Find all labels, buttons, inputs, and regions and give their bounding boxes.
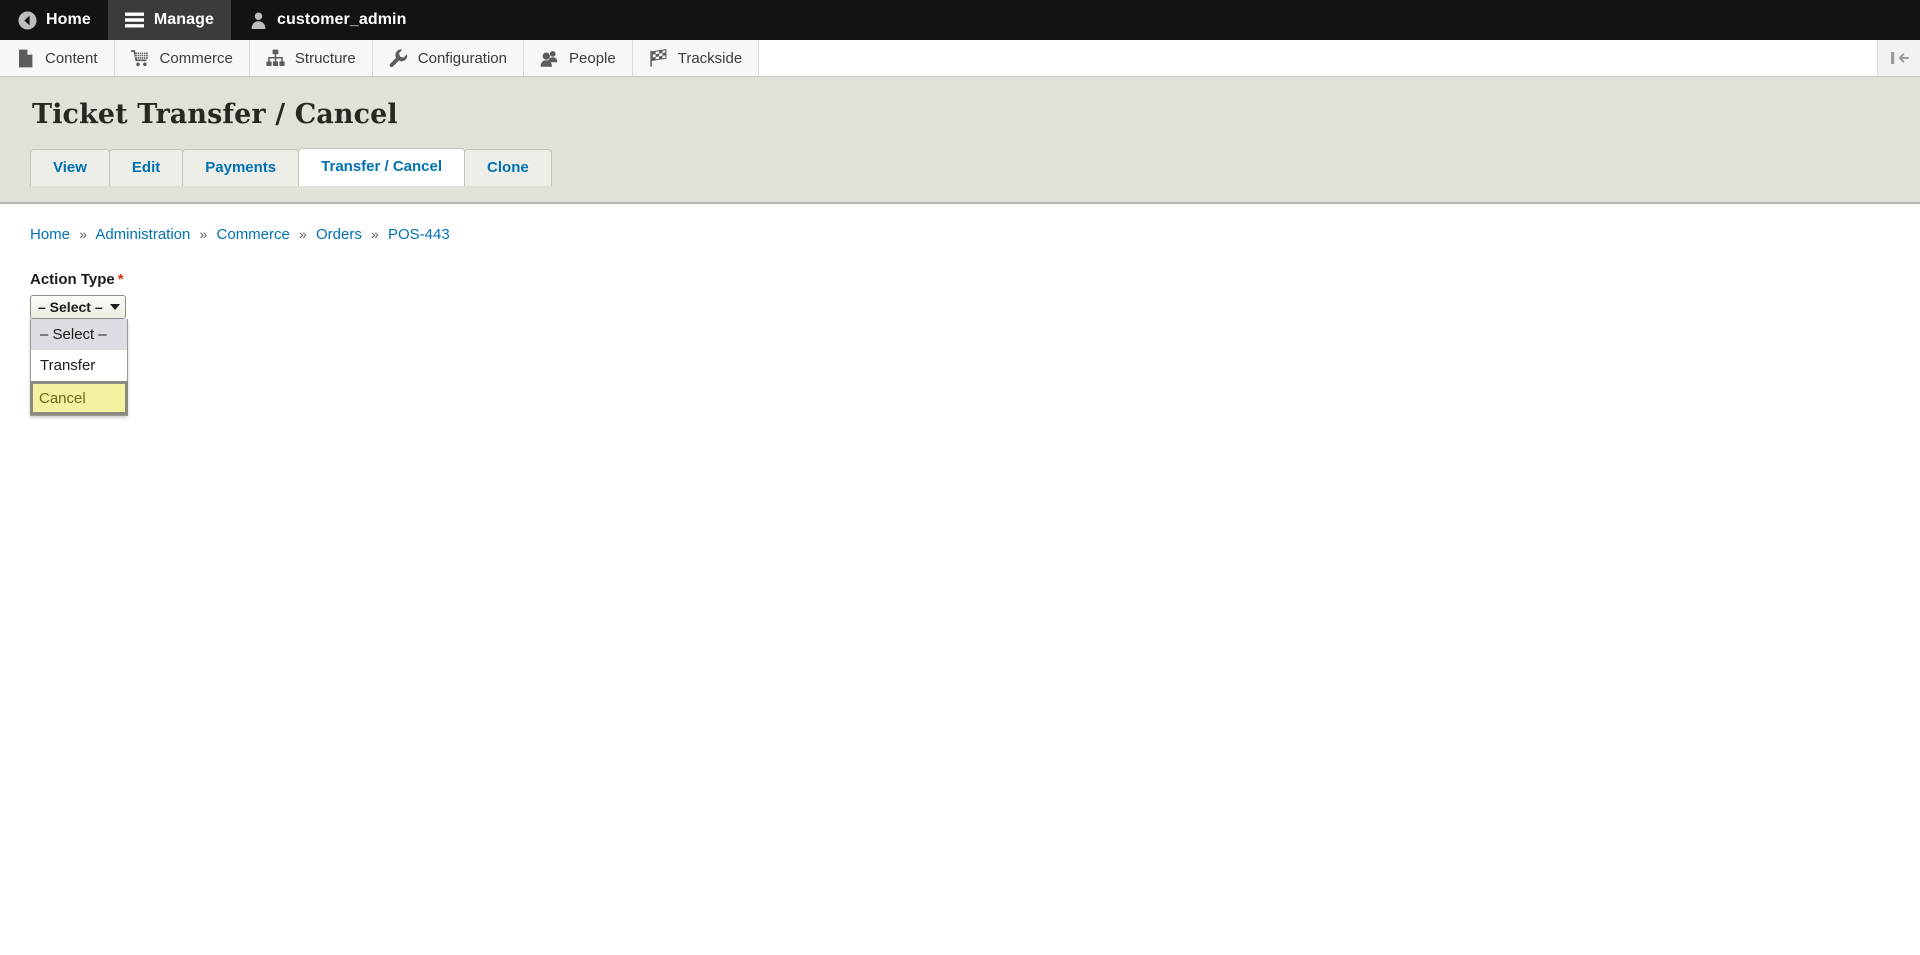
tab-view[interactable]: View — [30, 149, 110, 186]
admin-menu-bar: Content Commerce Structure Configuration… — [0, 40, 1920, 77]
menu-item-configuration-label: Configuration — [417, 49, 507, 67]
primary-tabs: View Edit Payments Transfer / Cancel Clo… — [30, 148, 1920, 186]
required-marker: * — [117, 271, 124, 288]
back-arrow-icon — [17, 10, 37, 30]
tab-edit[interactable]: Edit — [108, 149, 184, 186]
breadcrumb-order-pos-443[interactable]: POS-443 — [388, 226, 450, 243]
menu-item-commerce[interactable]: Commerce — [114, 40, 250, 76]
toolbar-tab-user-account[interactable]: customer_admin — [231, 0, 423, 40]
breadcrumb-orders[interactable]: Orders — [316, 226, 362, 243]
page-title: Ticket Transfer / Cancel — [32, 99, 398, 130]
shopping-cart-icon — [130, 49, 150, 68]
tab-transfer-cancel[interactable]: Transfer / Cancel — [298, 148, 466, 186]
breadcrumb-home[interactable]: Home — [30, 226, 70, 243]
breadcrumb-separator: » — [299, 226, 307, 242]
menu-item-configuration[interactable]: Configuration — [372, 40, 524, 76]
menu-bar-spacer — [759, 40, 1878, 76]
checkered-flag-icon — [649, 48, 668, 68]
action-type-select[interactable]: – Select – — [30, 295, 126, 319]
toolbar-tab-home[interactable]: Home — [0, 0, 108, 40]
action-type-label-text: Action Type — [30, 271, 115, 288]
menu-item-structure[interactable]: Structure — [249, 40, 373, 76]
breadcrumb-administration[interactable]: Administration — [95, 226, 190, 243]
hamburger-icon — [125, 10, 145, 30]
menu-item-commerce-label: Commerce — [159, 49, 233, 67]
breadcrumb: Home » Administration » Commerce » Order… — [30, 226, 1920, 243]
chevron-down-icon — [110, 304, 120, 310]
people-icon — [540, 49, 559, 68]
action-type-select-wrapper: – Select – – Select – Transfer Cancel — [30, 295, 128, 416]
toolbar-tab-manage[interactable]: Manage — [107, 0, 232, 40]
admin-toolbar: Home Manage customer_admin — [0, 0, 1920, 40]
transfer-cancel-form: Action Type * – Select – – Select – Trans… — [30, 271, 1920, 416]
menu-item-content[interactable]: Content — [0, 40, 115, 76]
tab-clone[interactable]: Clone — [464, 149, 552, 186]
menu-item-people-label: People — [569, 49, 616, 67]
action-type-selected-value: – Select – — [38, 299, 103, 315]
breadcrumb-separator: » — [371, 226, 379, 242]
toolbar-tab-manage-label: Manage — [153, 11, 215, 28]
option-select-placeholder[interactable]: – Select – — [31, 319, 127, 350]
toolbar-tab-user-label: customer_admin — [277, 11, 407, 28]
breadcrumb-separator: » — [79, 226, 87, 242]
menu-item-content-label: Content — [45, 49, 98, 67]
menu-item-people[interactable]: People — [524, 40, 633, 76]
action-type-label: Action Type * — [30, 271, 1920, 288]
option-transfer[interactable]: Transfer — [31, 350, 127, 381]
menu-item-trackside[interactable]: Trackside — [632, 40, 760, 76]
document-icon — [16, 49, 35, 68]
menu-item-structure-label: Structure — [294, 49, 356, 67]
toolbar-tab-home-label: Home — [46, 11, 91, 28]
collapse-toolbar-icon[interactable] — [1878, 40, 1920, 76]
tab-payments[interactable]: Payments — [182, 149, 300, 186]
user-icon — [248, 10, 268, 30]
wrench-icon — [389, 49, 408, 68]
hierarchy-icon — [266, 49, 285, 68]
menu-item-trackside-label: Trackside — [677, 49, 743, 67]
breadcrumb-commerce[interactable]: Commerce — [217, 226, 290, 243]
action-type-options-list: – Select – Transfer Cancel — [30, 319, 128, 416]
page-header-band: Ticket Transfer / Cancel View Edit Payme… — [0, 77, 1920, 204]
breadcrumb-separator: » — [199, 226, 208, 242]
main-content: Home » Administration » Commerce » Order… — [0, 204, 1920, 904]
option-cancel[interactable]: Cancel — [30, 381, 128, 415]
